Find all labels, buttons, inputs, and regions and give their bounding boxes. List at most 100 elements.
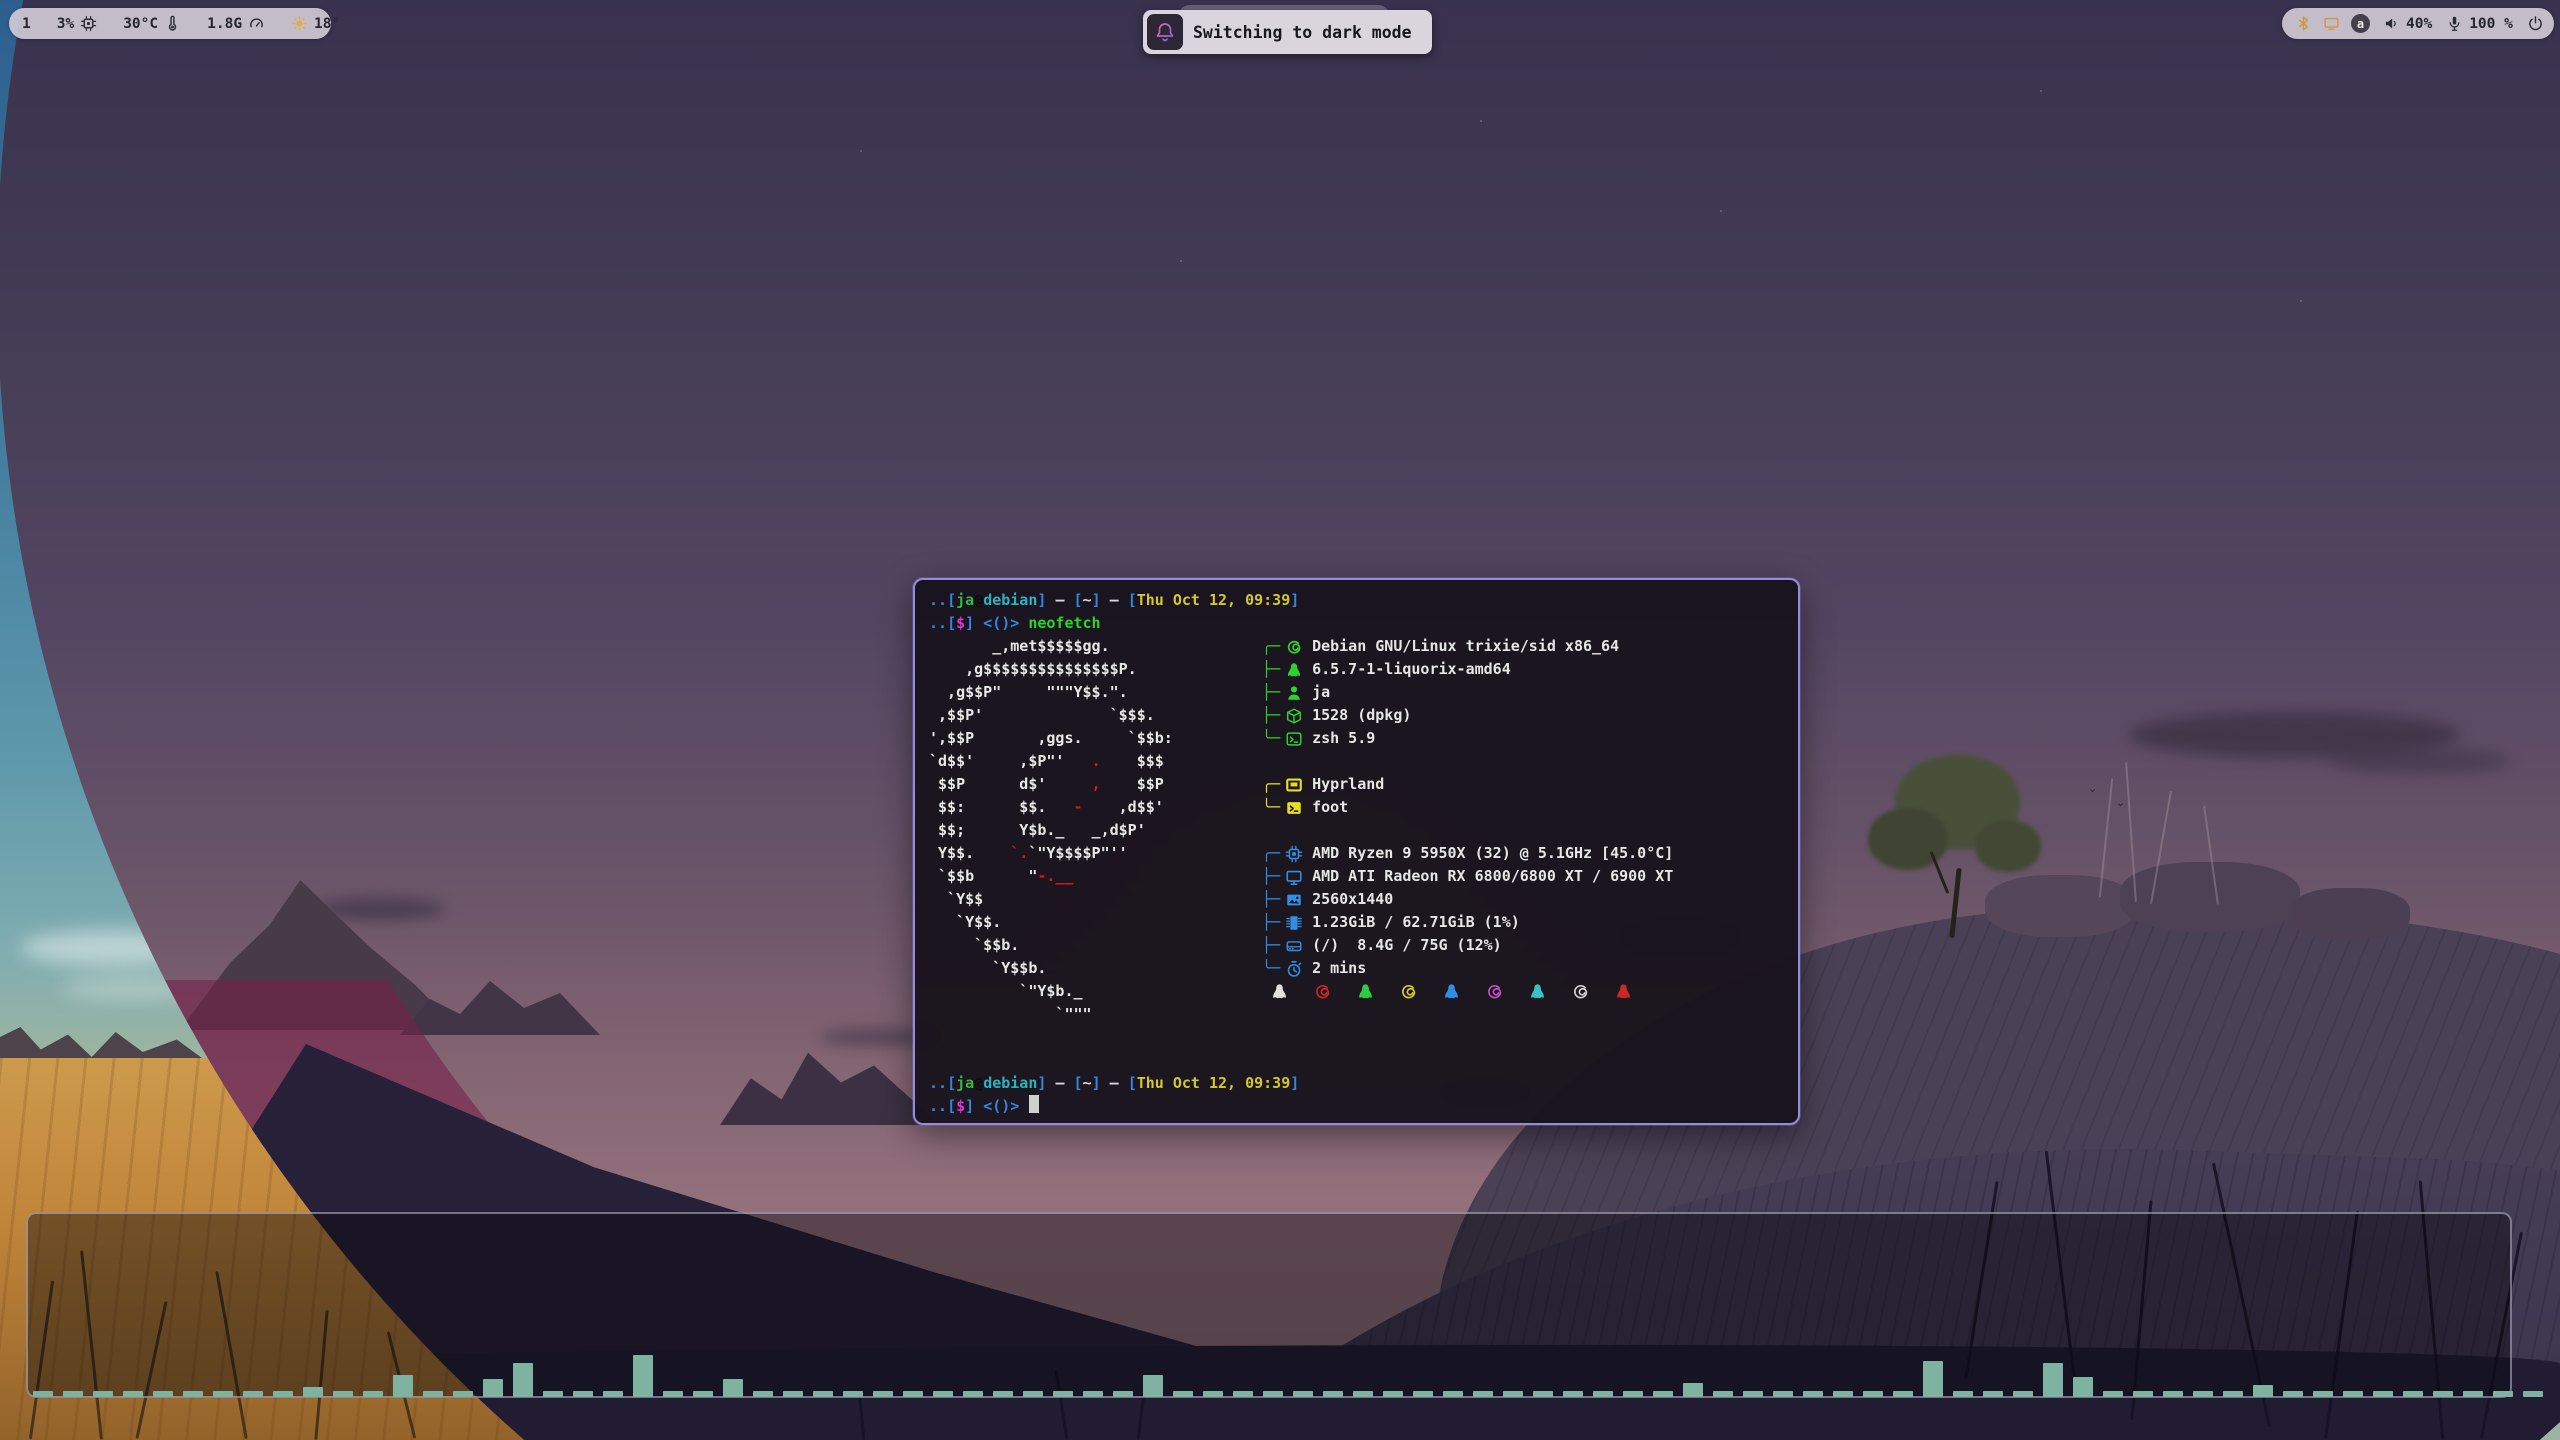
visualizer-bar [123,1391,143,1397]
terminal-window[interactable]: ..[ja@debian] – [~] – [Thu Oct 12, 09:39… [913,578,1800,1125]
power-button[interactable] [2520,15,2557,32]
visualizer-bar [1623,1391,1643,1397]
neofetch-row: ,g$$$$$$$$$$$$$$$P.├─6.5.7-1-liquorix-am… [929,658,1784,681]
visualizer-bar [813,1391,833,1397]
neofetch-row: `""" [929,1003,1784,1026]
notification-toast[interactable]: Switching to dark mode [1143,10,1432,54]
window-icon [1285,776,1303,794]
visualizer-bar [2433,1391,2453,1397]
neofetch-row: $$P d$' , $$P╭─Hyprland [929,773,1784,796]
bluetooth-icon[interactable] [2295,15,2312,32]
visualizer-bar [1413,1391,1433,1397]
visualizer-bar [2313,1391,2333,1397]
package-icon [1285,707,1303,725]
temperature-module[interactable]: 30°C [110,15,194,32]
memory-module[interactable]: 1.8G [194,15,278,32]
microphone-icon [2446,15,2463,32]
volume-module[interactable]: 40% [2376,15,2439,32]
bell-icon [1147,14,1183,50]
visualizer-bar [1773,1391,1793,1397]
visualizer-bar [2343,1391,2363,1397]
visualizer-bar [153,1391,173,1397]
visualizer-bar [1443,1391,1463,1397]
neofetch-row: `Y$$├─2560x1440 [929,888,1784,911]
cloud [2330,748,2510,774]
visualizer-bar [1533,1391,1553,1397]
tux-icon [1614,982,1633,1001]
speaker-icon [2383,15,2400,32]
debian-icon [1285,638,1303,656]
tray-app-badge[interactable]: a [2351,14,2370,33]
visualizer-bar [543,1391,563,1397]
topbar-left: 1 3% 30°C 1.8G 18° [9,8,331,39]
uptime-icon [1285,960,1303,978]
visualizer-bar [243,1391,263,1397]
visualizer-bar [1833,1391,1853,1397]
debian-icon [1485,982,1504,1001]
visualizer-bar [753,1391,773,1397]
visualizer-bar [1863,1391,1883,1397]
visualizer-bar [663,1391,683,1397]
microphone-module[interactable]: 100 % [2439,15,2520,32]
disk-icon [1285,937,1303,955]
visualizer-bar [1083,1391,1103,1397]
visualizer-bar [843,1391,863,1397]
thermometer-icon [164,15,181,32]
command-line[interactable]: ..[$] <()> [929,1095,1784,1118]
visualizer-bar [1743,1391,1763,1397]
visualizer-bar [723,1379,743,1397]
visualizer-bar [2403,1391,2423,1397]
image-icon [1285,891,1303,909]
display-icon[interactable] [2323,15,2340,32]
visualizer-bar [1803,1391,1823,1397]
rock [1985,875,2135,937]
visualizer-bar [483,1379,503,1397]
prompt-line: ..[ja@debian] – [~] – [Thu Oct 12, 09:39… [929,1072,1784,1095]
visualizer-bar [1953,1391,1973,1397]
visualizer-bar [1173,1391,1193,1397]
neofetch-row: ',$$P ,ggs. `$$b:╰─zsh 5.9 [929,727,1784,750]
visualizer-bar [33,1391,53,1397]
memory-icon [1285,914,1303,932]
prompt-line: ..[ja@debian] – [~] – [Thu Oct 12, 09:39… [929,589,1784,612]
visualizer-bar [1983,1391,2003,1397]
visualizer-bar [2043,1363,2063,1397]
visualizer-bar [1203,1391,1223,1397]
visualizer-bar [2523,1391,2543,1397]
shell-icon [1285,730,1303,748]
visualizer-bar [2163,1391,2183,1397]
visualizer-bar [2283,1391,2303,1397]
visualizer-bar [63,1391,83,1397]
visualizer-bar [1503,1391,1523,1397]
visualizer-bar [513,1363,533,1397]
visualizer-bar [1653,1391,1673,1397]
neofetch-row: `$$b.├─(/) 8.4G / 75G (12%) [929,934,1784,957]
visualizer-bar [183,1391,203,1397]
visualizer-bar [2073,1377,2093,1397]
command-line: ..[$] <()> neofetch [929,612,1784,635]
neofetch-row: `d$$' ,$P"' . $$$ [929,750,1784,773]
visualizer-bar [2463,1391,2483,1397]
visualizer-bar [1143,1375,1163,1397]
visualizer-bar [2253,1385,2273,1397]
visualizer-bar [1923,1361,1943,1397]
tux-icon [1270,982,1289,1001]
color-palette [1270,980,1633,1003]
cpu-icon [1285,845,1303,863]
workspace-indicator[interactable]: 1 [9,16,44,32]
neofetch-row: $$; Y$b._ _,d$P' [929,819,1784,842]
audio-visualizer [33,1351,2556,1397]
cpu-module[interactable]: 3% [44,15,110,32]
rock [2290,888,2410,940]
visualizer-bar [93,1391,113,1397]
neofetch-row: ,$$P' `$$$.├─1528 (dpkg) [929,704,1784,727]
visualizer-bar [1053,1391,1073,1397]
debian-icon [1399,982,1418,1001]
neofetch-row: `Y$$.├─1.23GiB / 62.71GiB (1%) [929,911,1784,934]
gpu-icon [1285,868,1303,886]
visualizer-bar [423,1391,443,1397]
visualizer-bar [2013,1391,2033,1397]
visualizer-bar [1293,1391,1313,1397]
weather-module[interactable]: 18° [278,15,353,32]
visualizer-bar [2103,1391,2123,1397]
